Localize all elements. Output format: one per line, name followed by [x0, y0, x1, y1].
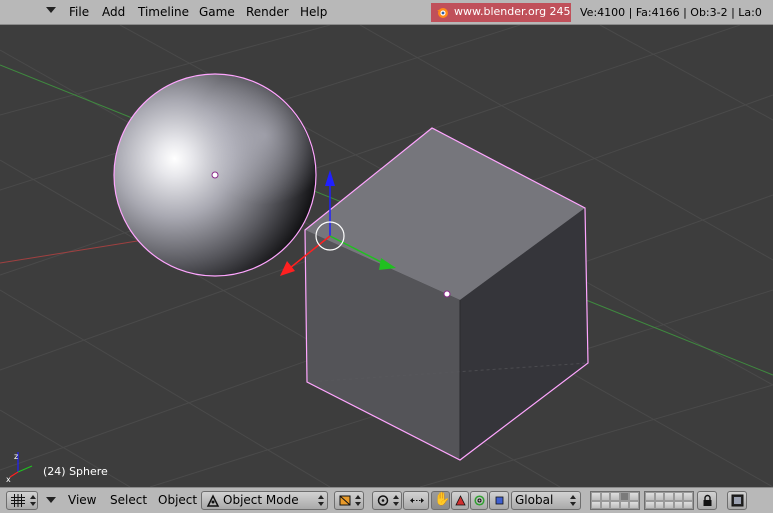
- manipulator-scale-icon: [495, 496, 504, 505]
- menu-file[interactable]: File: [69, 5, 89, 19]
- menu-timeline[interactable]: Timeline: [138, 5, 189, 19]
- manipulator-toggle[interactable]: ✋: [431, 491, 450, 510]
- manipulator-scale-button[interactable]: [489, 491, 509, 510]
- layer-button[interactable]: [664, 492, 674, 501]
- view-axis-widget: z x: [6, 452, 33, 484]
- orientation-updown-icon: [570, 495, 576, 506]
- lock-layers-button[interactable]: [697, 491, 717, 510]
- grid-editor-icon: [11, 494, 25, 507]
- layer-button[interactable]: [619, 492, 630, 501]
- info-header: File Add Timeline Game Render Help www.b…: [0, 0, 773, 25]
- menu-view[interactable]: View: [68, 493, 96, 507]
- view3d-header: View Select Object Object Mode ✋ Global: [0, 487, 773, 513]
- pivot-updown-icon: [393, 495, 399, 506]
- menu-object[interactable]: Object: [158, 493, 197, 507]
- layer-button[interactable]: [591, 492, 601, 501]
- menu-select[interactable]: Select: [110, 493, 147, 507]
- layers-group-1[interactable]: [590, 491, 640, 510]
- manipulator-translate-icon: [455, 495, 466, 506]
- layer-button[interactable]: [591, 500, 601, 509]
- sphere-object[interactable]: [113, 73, 317, 277]
- release-banner[interactable]: www.blender.org 245: [431, 3, 571, 22]
- layer-button[interactable]: [645, 492, 655, 501]
- layer-button[interactable]: [683, 500, 693, 509]
- release-url: www.blender.org 245: [454, 5, 571, 18]
- layer-button[interactable]: [600, 492, 611, 501]
- draw-type-select[interactable]: [334, 491, 364, 510]
- menu-help[interactable]: Help: [300, 5, 327, 19]
- layer-button[interactable]: [654, 500, 665, 509]
- proportional-icon: [410, 498, 424, 503]
- manipulator-hand-icon: ✋: [434, 492, 451, 507]
- header-collapse-arrow-icon[interactable]: [46, 7, 56, 13]
- menu-render[interactable]: Render: [246, 5, 289, 19]
- layer-button[interactable]: [664, 500, 674, 509]
- pivot-select[interactable]: [372, 491, 402, 510]
- active-object-label: (24) Sphere: [43, 465, 108, 478]
- cube-object[interactable]: [304, 127, 589, 461]
- editor-type-updown-icon: [30, 495, 36, 506]
- layer-button[interactable]: [645, 500, 655, 509]
- manipulator-rotate-button[interactable]: [470, 491, 488, 510]
- manipulator-translate-button[interactable]: [451, 491, 469, 510]
- draw-type-icon: [339, 495, 351, 506]
- layer-button[interactable]: [629, 500, 639, 509]
- cube-origin-point[interactable]: [443, 290, 451, 298]
- layer-button[interactable]: [619, 500, 630, 509]
- mode-select-value: Object Mode: [223, 493, 299, 507]
- viewport-canvas[interactable]: z x: [0, 25, 773, 487]
- object-mode-icon: [206, 494, 220, 507]
- header-collapse-arrow-icon[interactable]: [46, 497, 56, 503]
- lock-icon: [703, 494, 712, 506]
- layer-button[interactable]: [673, 492, 684, 501]
- layer-button[interactable]: [610, 500, 620, 509]
- blender-logo-icon: [437, 8, 448, 18]
- menu-add[interactable]: Add: [102, 5, 125, 19]
- mode-updown-icon: [318, 495, 324, 506]
- manipulator-rotate-icon: [474, 495, 485, 506]
- svg-text:x: x: [6, 475, 11, 484]
- layer-button[interactable]: [673, 500, 684, 509]
- menu-game[interactable]: Game: [199, 5, 235, 19]
- render-preview-button[interactable]: [727, 491, 747, 510]
- scene-stats: Ve:4100 | Fa:4166 | Ob:3-2 | La:0: [580, 6, 762, 19]
- 3d-viewport[interactable]: z x (24) Sphere: [0, 25, 773, 487]
- layer-button[interactable]: [610, 492, 620, 501]
- layer-button[interactable]: [629, 492, 639, 501]
- layers-group-2[interactable]: [644, 491, 694, 510]
- svg-text:z: z: [14, 452, 18, 461]
- mode-select[interactable]: Object Mode: [201, 491, 328, 510]
- orientation-select-value: Global: [515, 493, 554, 507]
- render-icon: [731, 494, 744, 507]
- layer-button[interactable]: [683, 492, 693, 501]
- draw-type-updown-icon: [355, 495, 361, 506]
- sphere-origin-point[interactable]: [211, 171, 219, 179]
- pivot-icon: [377, 495, 389, 506]
- editor-type-button[interactable]: [6, 491, 38, 510]
- layer-button[interactable]: [600, 500, 611, 509]
- layer-button[interactable]: [654, 492, 665, 501]
- orientation-select[interactable]: Global: [511, 491, 581, 510]
- proportional-select[interactable]: [403, 491, 429, 510]
